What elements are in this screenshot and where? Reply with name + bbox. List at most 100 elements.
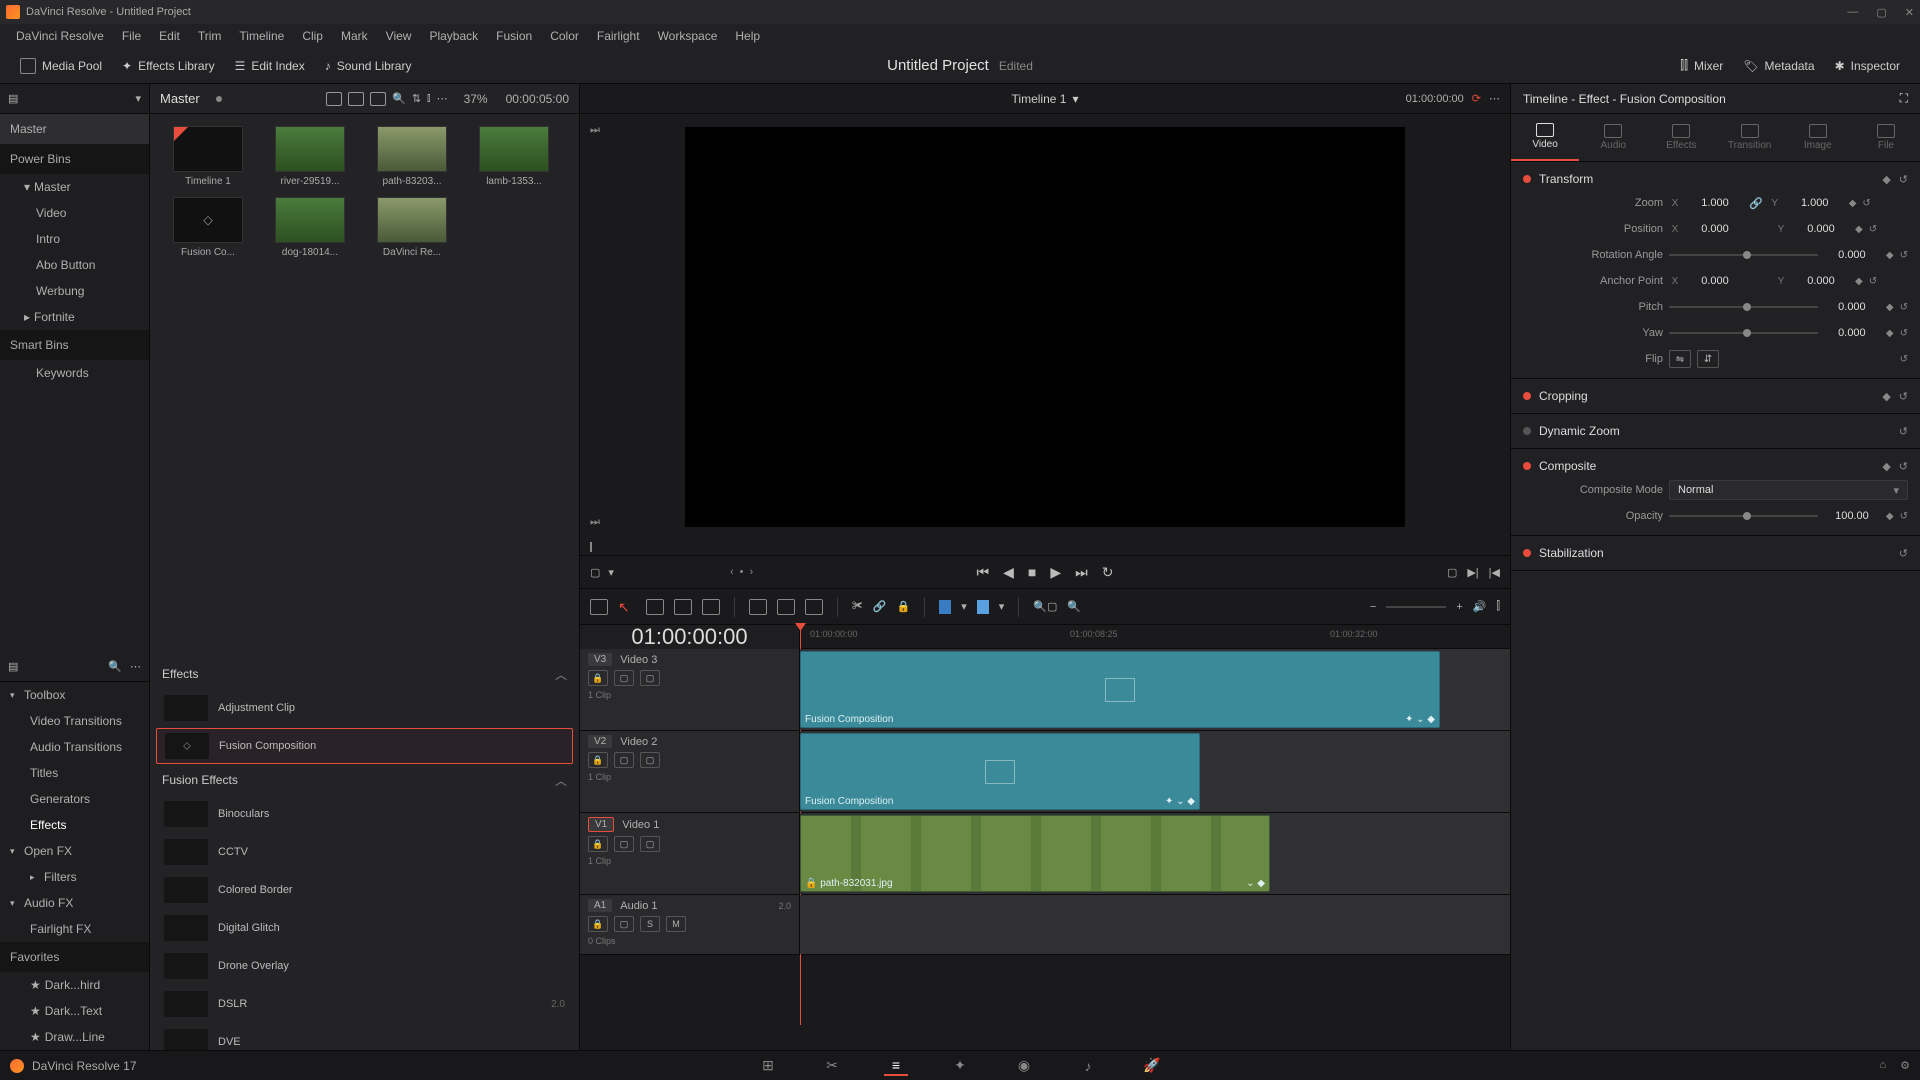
keyframe-icon[interactable]: ◆: [1886, 302, 1894, 313]
play-button[interactable]: ▶: [1050, 564, 1061, 581]
menu-timeline[interactable]: Timeline: [231, 27, 292, 45]
clip[interactable]: Fusion Composition✦ ⌄ ◆: [800, 733, 1200, 810]
overwrite-clip-icon[interactable]: [777, 599, 795, 615]
chevron-down-icon[interactable]: ▾: [135, 92, 141, 105]
page-fusion[interactable]: ✦: [948, 1056, 972, 1076]
bin-item-fortnite[interactable]: ▸Fortnite: [0, 304, 149, 330]
last-clip-icon[interactable]: ⏭: [590, 516, 600, 529]
prev-marker-icon[interactable]: ‹: [730, 566, 734, 578]
page-edit[interactable]: ≡: [884, 1056, 908, 1076]
zoom-x-value[interactable]: 1.000: [1687, 197, 1743, 209]
menu-workspace[interactable]: Workspace: [650, 27, 726, 45]
home-icon[interactable]: ⌂: [1879, 1059, 1886, 1072]
marker-icon[interactable]: [977, 600, 989, 614]
stop-button[interactable]: ■: [1028, 564, 1036, 580]
effect-item[interactable]: Adjustment Clip: [156, 690, 573, 726]
search-icon[interactable]: 🔍: [392, 92, 406, 105]
track-header[interactable]: V3Video 3🔒▢▢1 Clip: [580, 649, 800, 730]
media-thumb[interactable]: Fusion Co...: [162, 197, 254, 258]
page-cut[interactable]: ✂: [820, 1056, 844, 1076]
bin-item-keywords[interactable]: Keywords: [0, 360, 149, 386]
menu-trim[interactable]: Trim: [190, 27, 230, 45]
playhead-marker[interactable]: [590, 542, 592, 552]
tree-titles[interactable]: Titles: [0, 760, 149, 786]
tree-generators[interactable]: Generators: [0, 786, 149, 812]
keyframe-icon[interactable]: ◆: [1882, 173, 1890, 186]
search-tl-icon[interactable]: 🔍▢: [1033, 600, 1057, 613]
clip[interactable]: 🔒 path-832031.jpg⌄ ◆: [800, 815, 1270, 892]
tree-video-transitions[interactable]: Video Transitions: [0, 708, 149, 734]
inspector-tab-video[interactable]: Video: [1511, 114, 1579, 161]
keyframe-icon[interactable]: ◆: [1886, 328, 1894, 339]
clip-controls[interactable]: ⌄ ◆: [1246, 878, 1265, 889]
filter-icon[interactable]: ⫾: [427, 92, 431, 105]
track-content[interactable]: Fusion Composition✦ ⌄ ◆: [800, 649, 1510, 730]
reset-icon[interactable]: ↺: [1862, 198, 1870, 209]
trim-tool-icon[interactable]: [646, 599, 664, 615]
sound-library-toggle[interactable]: ♪Sound Library: [315, 55, 422, 77]
lock-button[interactable]: 🔒: [588, 916, 608, 932]
bin-header[interactable]: ▤ ▾: [0, 84, 149, 114]
reset-icon[interactable]: ↺: [1899, 173, 1908, 186]
media-pool-toggle[interactable]: Media Pool: [10, 54, 112, 78]
keyframe-icon[interactable]: ◆: [1882, 460, 1890, 473]
tree-effects[interactable]: Effects: [0, 812, 149, 838]
media-thumb[interactable]: lamb-1353...: [468, 126, 560, 187]
menu-icon[interactable]: ⋯: [130, 660, 141, 673]
auto-select-button[interactable]: ▢: [614, 752, 634, 768]
lock-button[interactable]: 🔒: [588, 836, 608, 852]
menu-help[interactable]: Help: [727, 27, 768, 45]
bin-item-werbung[interactable]: Werbung: [0, 278, 149, 304]
zoom-in-icon[interactable]: +: [1456, 601, 1462, 613]
page-color[interactable]: ◉: [1012, 1056, 1036, 1076]
media-thumb[interactable]: Timeline 1: [162, 126, 254, 187]
selection-tool[interactable]: ↖: [618, 599, 636, 615]
list-view-icon[interactable]: ▤: [8, 92, 18, 105]
inspector-tab-file[interactable]: File: [1852, 114, 1920, 161]
replace-clip-icon[interactable]: [805, 599, 823, 615]
track-content[interactable]: [800, 895, 1510, 954]
effect-item[interactable]: Colored Border: [156, 872, 573, 908]
first-frame-button[interactable]: ⏮: [977, 564, 990, 581]
enable-dot[interactable]: [1523, 175, 1531, 183]
next-clip-icon[interactable]: ⏭: [590, 124, 600, 137]
pos-x-value[interactable]: 0.000: [1687, 223, 1743, 235]
menu-fairlight[interactable]: Fairlight: [589, 27, 648, 45]
preview-viewer[interactable]: ⏭ ⏭: [580, 114, 1510, 539]
track-header[interactable]: V2Video 2🔒▢▢1 Clip: [580, 731, 800, 812]
pos-y-value[interactable]: 0.000: [1793, 223, 1849, 235]
track-content[interactable]: Fusion Composition✦ ⌄ ◆: [800, 731, 1510, 812]
mute-button[interactable]: M: [666, 916, 686, 932]
media-thumb[interactable]: path-83203...: [366, 126, 458, 187]
expand-icon[interactable]: ⛶: [1900, 91, 1908, 106]
chevron-down-icon[interactable]: ▾: [608, 566, 614, 579]
bin-item-intro[interactable]: Intro: [0, 226, 149, 252]
flag-icon[interactable]: [939, 600, 951, 614]
stabilization-header[interactable]: Stabilization↺: [1523, 542, 1908, 564]
opacity-value[interactable]: 100.00: [1824, 510, 1880, 522]
clip-controls[interactable]: ✦ ⌄ ◆: [1165, 796, 1195, 807]
media-thumb[interactable]: DaVinci Re...: [366, 197, 458, 258]
menu-edit[interactable]: Edit: [151, 27, 188, 45]
gear-icon[interactable]: ⚙: [1900, 1059, 1910, 1072]
yaw-value[interactable]: 0.000: [1824, 327, 1880, 339]
reset-icon[interactable]: ↺: [1869, 276, 1877, 287]
timeline-view-icon[interactable]: [590, 599, 608, 615]
yaw-slider[interactable]: [1669, 332, 1818, 334]
chevron-down-icon[interactable]: ▾: [1072, 92, 1078, 106]
reset-icon[interactable]: ↺: [1899, 425, 1908, 438]
track-header[interactable]: V1Video 1🔒▢▢1 Clip: [580, 813, 800, 894]
reset-icon[interactable]: ↺: [1900, 354, 1908, 365]
auto-select-button[interactable]: ▢: [614, 836, 634, 852]
metadata-toggle[interactable]: 🏷Metadata: [1733, 54, 1824, 77]
composite-mode-select[interactable]: Normal: [1669, 480, 1908, 500]
loop-button[interactable]: ↻: [1102, 564, 1114, 581]
reset-icon[interactable]: ↺: [1900, 328, 1908, 339]
opacity-slider[interactable]: [1669, 515, 1818, 517]
zoom-search-icon[interactable]: 🔍: [1067, 600, 1081, 613]
maximize-button[interactable]: ▢: [1876, 6, 1886, 19]
page-media[interactable]: ⊞: [756, 1056, 780, 1076]
tree-fairlight[interactable]: Fairlight FX: [0, 916, 149, 942]
jump-start-icon[interactable]: |◀: [1489, 566, 1500, 579]
sort-icon[interactable]: ⇅: [412, 92, 421, 105]
